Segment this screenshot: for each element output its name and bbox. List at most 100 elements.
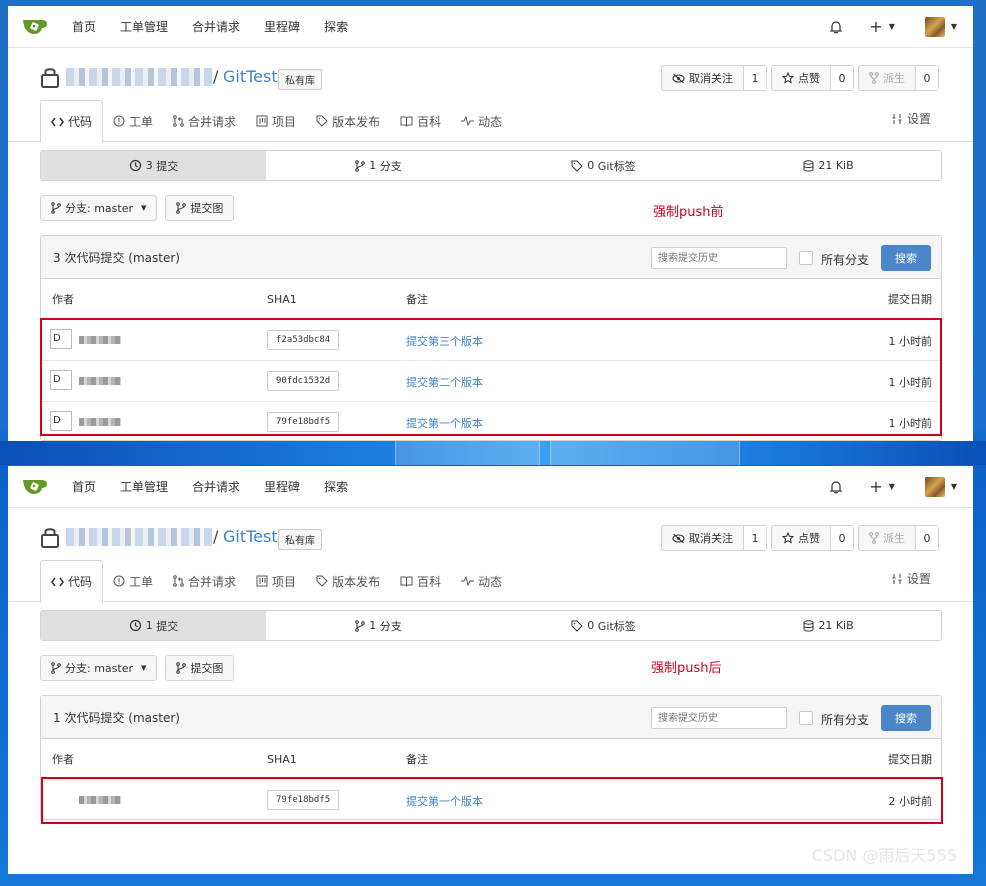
nav-milestones[interactable]: 里程碑 — [264, 18, 300, 35]
search-button[interactable]: 搜索 — [881, 245, 931, 271]
stat-commits[interactable]: 3 提交 — [41, 151, 266, 180]
star-button[interactable]: 点赞 0 — [771, 65, 854, 91]
col-author: 作者 — [52, 753, 74, 766]
all-branches-checkbox[interactable] — [799, 251, 813, 265]
commit-message[interactable]: 提交第三个版本 — [406, 333, 483, 349]
repo-owner-blurred[interactable] — [66, 528, 212, 546]
create-menu[interactable]: + ▼ — [869, 477, 895, 496]
nav-home[interactable]: 首页 — [72, 478, 96, 495]
stat-branches[interactable]: 1 分支 — [266, 151, 491, 180]
author-blurred[interactable] — [79, 418, 121, 426]
unwatch-button[interactable]: 取消关注 1 — [661, 65, 767, 91]
screenshot-after: 首页 工单管理 合并请求 里程碑 探索 + ▼ ▼ / GitTest 私有库 取… — [8, 466, 973, 874]
tab-projects[interactable]: 项目 — [246, 100, 306, 142]
stat-branches[interactable]: 1 分支 — [266, 611, 491, 640]
tab-issues[interactable]: 工单 — [103, 100, 163, 142]
repo-owner-blurred[interactable] — [66, 68, 212, 86]
taskbar-item[interactable] — [550, 441, 740, 465]
nav-issues[interactable]: 工单管理 — [120, 478, 168, 495]
bell-icon[interactable] — [829, 20, 843, 34]
user-menu[interactable]: ▼ — [924, 16, 957, 37]
gitea-logo-icon[interactable] — [22, 18, 48, 36]
create-menu[interactable]: + ▼ — [869, 17, 895, 36]
commit-message[interactable]: 提交第一个版本 — [406, 793, 483, 809]
search-button[interactable]: 搜索 — [881, 705, 931, 731]
branch-selector[interactable]: 分支: master ▼ — [40, 655, 158, 681]
nav-explore[interactable]: 探索 — [324, 478, 348, 495]
avatar[interactable]: D — [50, 370, 72, 390]
repo-name[interactable]: GitTest — [223, 527, 278, 546]
tab-projects[interactable]: 项目 — [246, 560, 306, 602]
nav-explore[interactable]: 探索 — [324, 18, 348, 35]
tab-projects-label: 项目 — [272, 574, 297, 589]
fork-count[interactable]: 0 — [916, 66, 938, 90]
watch-count[interactable]: 1 — [744, 526, 766, 550]
avatar[interactable]: D — [50, 411, 72, 431]
nav-pulls[interactable]: 合并请求 — [192, 478, 240, 495]
tab-wiki[interactable]: 百科 — [390, 560, 451, 602]
unwatch-button[interactable]: 取消关注 1 — [661, 525, 767, 551]
commit-search-input[interactable] — [651, 247, 787, 269]
tab-pulls[interactable]: 合并请求 — [163, 100, 246, 142]
branch-unit: 分支 — [379, 619, 402, 633]
bell-icon[interactable] — [829, 480, 843, 494]
taskbar-item[interactable] — [395, 441, 540, 465]
chevron-down-icon: ▼ — [950, 22, 957, 31]
tab-issues[interactable]: 工单 — [103, 560, 163, 602]
branch-selector[interactable]: 分支: master ▼ — [40, 195, 158, 221]
commit-sha[interactable]: f2a53dbc84 — [267, 330, 340, 350]
nav-milestones[interactable]: 里程碑 — [264, 478, 300, 495]
tag-icon — [316, 115, 328, 127]
tab-projects-label: 项目 — [272, 114, 297, 129]
avatar — [924, 476, 945, 497]
commit-search-input[interactable] — [651, 707, 787, 729]
tab-releases[interactable]: 版本发布 — [306, 560, 390, 602]
nav-home[interactable]: 首页 — [72, 18, 96, 35]
commit-message[interactable]: 提交第二个版本 — [406, 374, 483, 390]
fork-count[interactable]: 0 — [916, 526, 938, 550]
commit-sha[interactable]: 79fe18bdf5 — [267, 790, 340, 810]
star-count[interactable]: 0 — [831, 526, 853, 550]
lock-icon — [41, 68, 59, 88]
history-icon — [129, 159, 141, 172]
stat-tags[interactable]: 0 Git标签 — [491, 611, 716, 640]
gitea-logo-icon[interactable] — [22, 478, 48, 496]
avatar — [924, 16, 945, 37]
commit-graph-button[interactable]: 提交图 — [165, 195, 235, 221]
star-button[interactable]: 点赞 0 — [771, 525, 854, 551]
commit-sha[interactable]: 90fdc1532d — [267, 371, 340, 391]
author-blurred[interactable] — [79, 377, 121, 385]
tab-releases[interactable]: 版本发布 — [306, 100, 390, 142]
author-blurred[interactable] — [79, 336, 121, 344]
stat-tags[interactable]: 0 Git标签 — [491, 151, 716, 180]
all-branches-checkbox[interactable] — [799, 711, 813, 725]
repo-name[interactable]: GitTest — [223, 67, 278, 86]
tab-code[interactable]: 代码 — [40, 100, 104, 143]
tab-settings[interactable]: 设置 — [891, 570, 931, 587]
nav-pulls[interactable]: 合并请求 — [192, 18, 240, 35]
tab-settings[interactable]: 设置 — [891, 110, 931, 127]
settings-label: 设置 — [906, 112, 931, 126]
tab-activity[interactable]: 动态 — [451, 100, 512, 142]
tab-pulls[interactable]: 合并请求 — [163, 560, 246, 602]
tab-code[interactable]: 代码 — [40, 560, 104, 603]
chevron-down-icon: ▼ — [950, 482, 957, 491]
nav-issues[interactable]: 工单管理 — [120, 18, 168, 35]
stat-commits[interactable]: 1 提交 — [41, 611, 266, 640]
history-icon — [129, 619, 141, 632]
watch-count[interactable]: 1 — [744, 66, 766, 90]
project-icon — [256, 115, 268, 127]
commit-message[interactable]: 提交第一个版本 — [406, 415, 483, 431]
tab-wiki[interactable]: 百科 — [390, 100, 451, 142]
tab-activity[interactable]: 动态 — [451, 560, 512, 602]
project-icon — [256, 575, 268, 587]
author-blurred[interactable] — [79, 796, 121, 804]
commit-graph-button[interactable]: 提交图 — [165, 655, 235, 681]
user-menu[interactable]: ▼ — [924, 476, 957, 497]
avatar[interactable]: D — [50, 329, 72, 349]
commit-graph-label: 提交图 — [190, 202, 224, 215]
fork-button[interactable]: 派生 0 — [858, 65, 939, 91]
commit-sha[interactable]: 79fe18bdf5 — [267, 412, 340, 432]
star-count[interactable]: 0 — [831, 66, 853, 90]
fork-button[interactable]: 派生 0 — [858, 525, 939, 551]
